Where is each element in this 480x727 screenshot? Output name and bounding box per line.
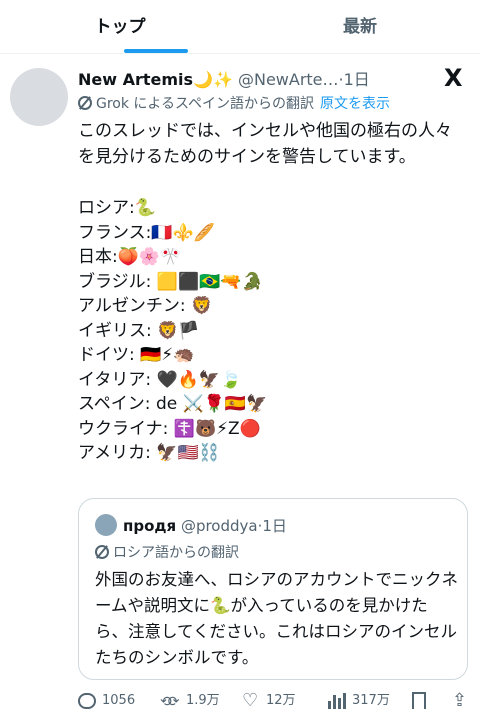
translate-icon [78, 96, 92, 110]
repost-icon [160, 689, 180, 715]
translation-notice: Grok によるスペイン語からの翻訳 原文を表示 [78, 93, 390, 113]
like-count: 12万 [266, 693, 296, 708]
heart-icon: ♡ [242, 689, 259, 711]
tweet-time[interactable]: ·1日 [339, 70, 370, 89]
tab-latest[interactable]: 最新 [240, 0, 480, 54]
quoted-text: 外国のお友達へ、ロシアのアカウントでニックネームや説明文に🐍が入っているのを見か… [95, 570, 458, 667]
x-logo-icon: X [444, 64, 463, 92]
views-button[interactable]: 317万 [328, 688, 390, 714]
user-handle[interactable]: @NewArte… [238, 70, 339, 89]
sign-row-france: フランス:🇫🇷⚜️🥖 [78, 222, 215, 243]
sign-row-uk: イギリス: 🦁🏴 [78, 320, 200, 341]
quoted-display-name: продя [123, 517, 177, 535]
share-button[interactable]: ⇪ [452, 688, 473, 714]
reply-button[interactable]: 1056 [78, 688, 135, 714]
sign-row-brazil: ブラジル: 🟨⬛🇧🇷🔫🐊 [78, 271, 263, 292]
quoted-header: продя @proddya·1日 [123, 515, 287, 536]
reply-icon [78, 692, 96, 709]
share-icon: ⇪ [452, 689, 468, 711]
sign-row-ukraine: ウクライナ: ☦️🐻⚡Z🔴 [78, 418, 261, 439]
repost-button[interactable]: 1.9万 [160, 688, 220, 715]
sign-row-germany: ドイツ: 🇩🇪⚡🦔 [78, 345, 195, 365]
sign-row-argentina: アルゼンチン: 🦁 [78, 296, 213, 316]
quoted-translation-notice: ロシア語からの翻訳 [95, 542, 239, 562]
tweet-actions: 1056 1.9万 ♡ 12万 317万 ⇪ [78, 688, 474, 715]
translate-icon [95, 545, 109, 559]
display-name[interactable]: New Artemis [78, 70, 193, 89]
quoted-avatar [95, 514, 117, 536]
bookmark-button[interactable] [412, 688, 432, 714]
quoted-handle: @proddya [180, 517, 258, 535]
repost-count: 1.9万 [186, 693, 220, 708]
sign-row-japan: 日本:🍑🌸🎌 [78, 247, 182, 267]
tweet-header: New Artemis🌙✨ @NewArte…·1日 [78, 66, 370, 90]
sign-row-russia: ロシア:🐍 [78, 198, 156, 218]
sign-row-italy: イタリア: 🖤🔥🦅🍃 [78, 369, 242, 390]
tweet-intro: このスレッドでは、インセルや他国の極右の人々を見分けるためのサインを警告していま… [78, 121, 452, 167]
views-icon [328, 692, 346, 709]
quoted-time: ·1日 [257, 517, 287, 535]
sign-row-usa: アメリカ: 🦅🇺🇸⛓️ [78, 443, 220, 463]
view-count: 317万 [352, 693, 390, 708]
quoted-tweet[interactable]: продя @proddya·1日 ロシア語からの翻訳 外国のお友達へ、ロシアの… [78, 498, 468, 680]
timeline-tabs: トップ 最新 [0, 0, 480, 54]
translation-label: Grok によるスペイン語からの翻訳 [96, 96, 315, 112]
active-tab-indicator [124, 49, 188, 53]
tweet-text: このスレッドでは、インセルや他国の極右の人々を見分けるためのサインを警告していま… [78, 118, 468, 466]
show-original-link[interactable]: 原文を表示 [320, 96, 390, 112]
tab-top[interactable]: トップ [0, 0, 240, 54]
reply-count: 1056 [102, 693, 136, 708]
avatar[interactable] [10, 68, 68, 126]
name-emoji: 🌙✨ [193, 70, 233, 89]
quoted-translation-label: ロシア語からの翻訳 [113, 545, 239, 561]
like-button[interactable]: ♡ 12万 [242, 688, 296, 714]
sign-row-spain: スペイン: de ⚔️🌹🇪🇸🦅 [78, 394, 268, 414]
bookmark-icon [412, 692, 426, 709]
